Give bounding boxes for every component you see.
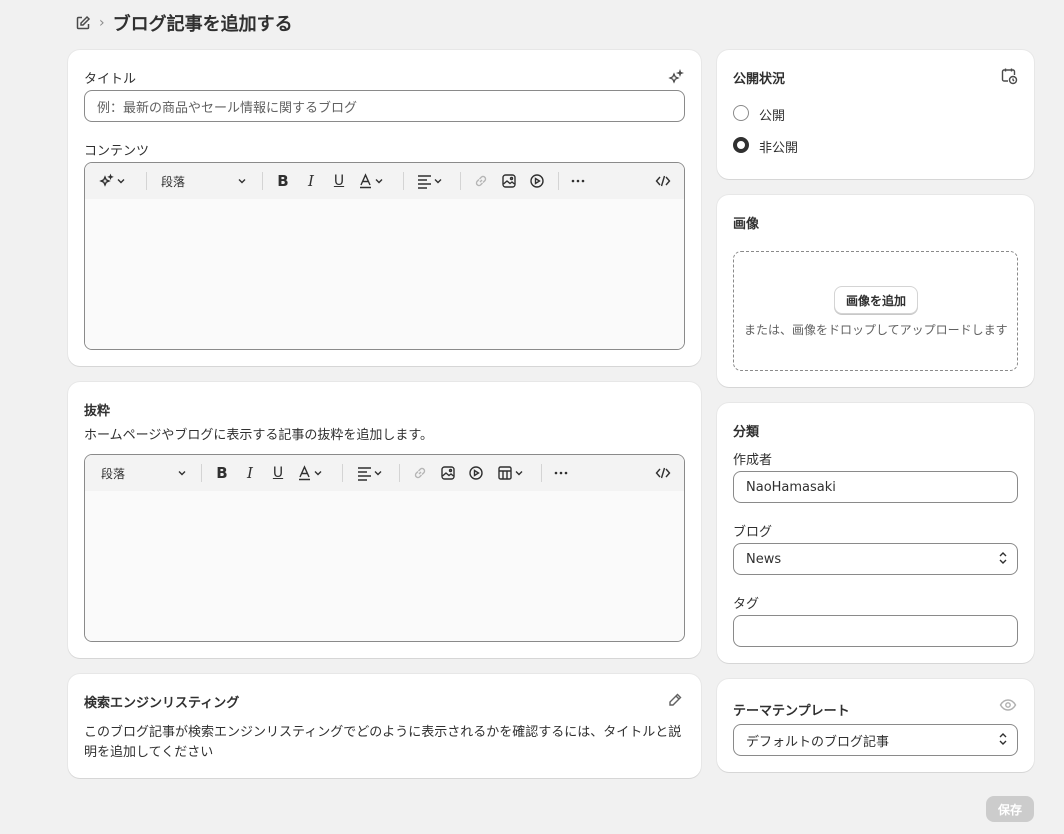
select-arrows-icon [999,733,1007,745]
excerpt-card: 抜粋 ホームページやブログに表示する記事の抜粋を追加します。 段落 B I U [68,382,701,658]
align-icon[interactable] [355,464,387,482]
align-icon[interactable] [415,172,447,190]
chevron-down-icon [178,471,186,476]
paragraph-label: 段落 [101,466,126,481]
code-icon[interactable] [653,172,673,190]
excerpt-toolbar: 段落 B I U [85,455,684,491]
italic-icon[interactable]: I [240,464,260,482]
more-icon[interactable] [568,172,588,190]
page-header: › ブログ記事を追加する [75,10,293,36]
select-arrows-icon [999,552,1007,564]
tags-label: タグ [733,597,760,612]
toolbar-divider [342,464,343,482]
template-select[interactable]: デフォルトのブログ記事 [733,724,1018,756]
page-title: ブログ記事を追加する [112,14,293,35]
toolbar-divider [403,172,404,190]
code-icon[interactable] [653,464,673,482]
save-button[interactable]: 保存 [986,796,1034,822]
template-select-value: デフォルトのブログ記事 [733,724,1018,756]
blog-select[interactable]: News [733,543,1018,575]
italic-icon[interactable]: I [301,172,321,190]
content-toolbar: 段落 B I U [85,163,684,199]
content-editor[interactable]: 段落 B I U [84,162,685,350]
radio-public-label[interactable]: 公開 [759,105,785,124]
title-label: タイトル [84,72,137,87]
radio-private-label[interactable]: 非公開 [759,137,798,156]
visibility-card: 公開状況 公開 非公開 [717,50,1034,179]
edit-icon[interactable] [75,15,91,31]
image-card: 画像 画像を追加 または、画像をドロップしてアップロードします [717,195,1034,387]
paragraph-select[interactable]: 段落 [161,172,247,190]
text-color-icon[interactable] [357,172,389,190]
title-input[interactable]: 例：最新の商品やセール情報に関するブログ [84,90,685,122]
link-icon[interactable] [410,464,430,482]
table-icon[interactable] [496,464,528,482]
dropzone-hint: または、画像をドロップしてアップロードします [744,323,1008,337]
organization-title: 分類 [733,425,760,440]
author-field[interactable]: NaoHamasaki [733,471,1018,503]
toolbar-divider [262,172,263,190]
add-image-button[interactable]: 画像を追加 [834,286,919,314]
image-title: 画像 [733,217,760,232]
text-color-icon[interactable] [296,464,328,482]
visibility-title: 公開状況 [733,72,786,87]
sparkle-icon[interactable] [668,69,684,85]
underline-icon[interactable]: U [268,464,288,482]
excerpt-title: 抜粋 [84,404,111,419]
sparkle-icon[interactable] [97,172,129,190]
tags-field[interactable] [733,615,1018,647]
seo-card: 検索エンジンリスティング このブログ記事が検索エンジンリスティングでどのように表… [68,674,701,778]
more-icon[interactable] [551,464,571,482]
bold-icon[interactable]: B [273,172,293,190]
content-label: コンテンツ [84,144,150,159]
toolbar-divider [541,464,542,482]
paragraph-label: 段落 [161,174,186,189]
organization-card: 分類 作成者 NaoHamasaki ブログ News タグ [717,403,1034,663]
excerpt-description: ホームページやブログに表示する記事の抜粋を追加します。 [84,428,434,443]
template-card: テーマテンプレート デフォルトのブログ記事 [717,679,1034,772]
bold-icon[interactable]: B [212,464,232,482]
blog-select-value: News [733,543,1018,575]
radio-public[interactable] [733,105,749,121]
toolbar-divider [460,172,461,190]
image-dropzone[interactable]: 画像を追加 または、画像をドロップしてアップロードします [733,251,1018,371]
content-editor-body[interactable] [85,199,684,349]
calendar-clock-icon[interactable] [1000,67,1018,85]
image-icon[interactable] [438,464,458,482]
template-title: テーマテンプレート [733,704,850,719]
radio-private[interactable] [733,137,749,153]
pencil-icon[interactable] [667,692,683,708]
video-icon[interactable] [527,172,547,190]
excerpt-editor-body[interactable] [85,491,684,641]
paragraph-select[interactable]: 段落 [101,464,187,482]
underline-icon[interactable]: U [329,172,349,190]
title-content-card: タイトル 例：最新の商品やセール情報に関するブログ コンテンツ 段落 B I U [68,50,701,366]
toolbar-divider [201,464,202,482]
author-label: 作成者 [733,453,773,468]
video-icon[interactable] [466,464,486,482]
seo-description: このブログ記事が検索エンジンリスティングでどのように表示されるかを確認するには、… [84,725,682,760]
toolbar-divider [558,172,559,190]
toolbar-divider [146,172,147,190]
seo-title: 検索エンジンリスティング [84,696,240,711]
excerpt-editor[interactable]: 段落 B I U [84,454,685,642]
breadcrumb-separator: › [99,15,105,31]
blog-label: ブログ [733,525,773,540]
toolbar-divider [399,464,400,482]
chevron-down-icon [238,179,246,184]
eye-icon[interactable] [999,697,1017,713]
link-icon[interactable] [471,172,491,190]
image-icon[interactable] [499,172,519,190]
